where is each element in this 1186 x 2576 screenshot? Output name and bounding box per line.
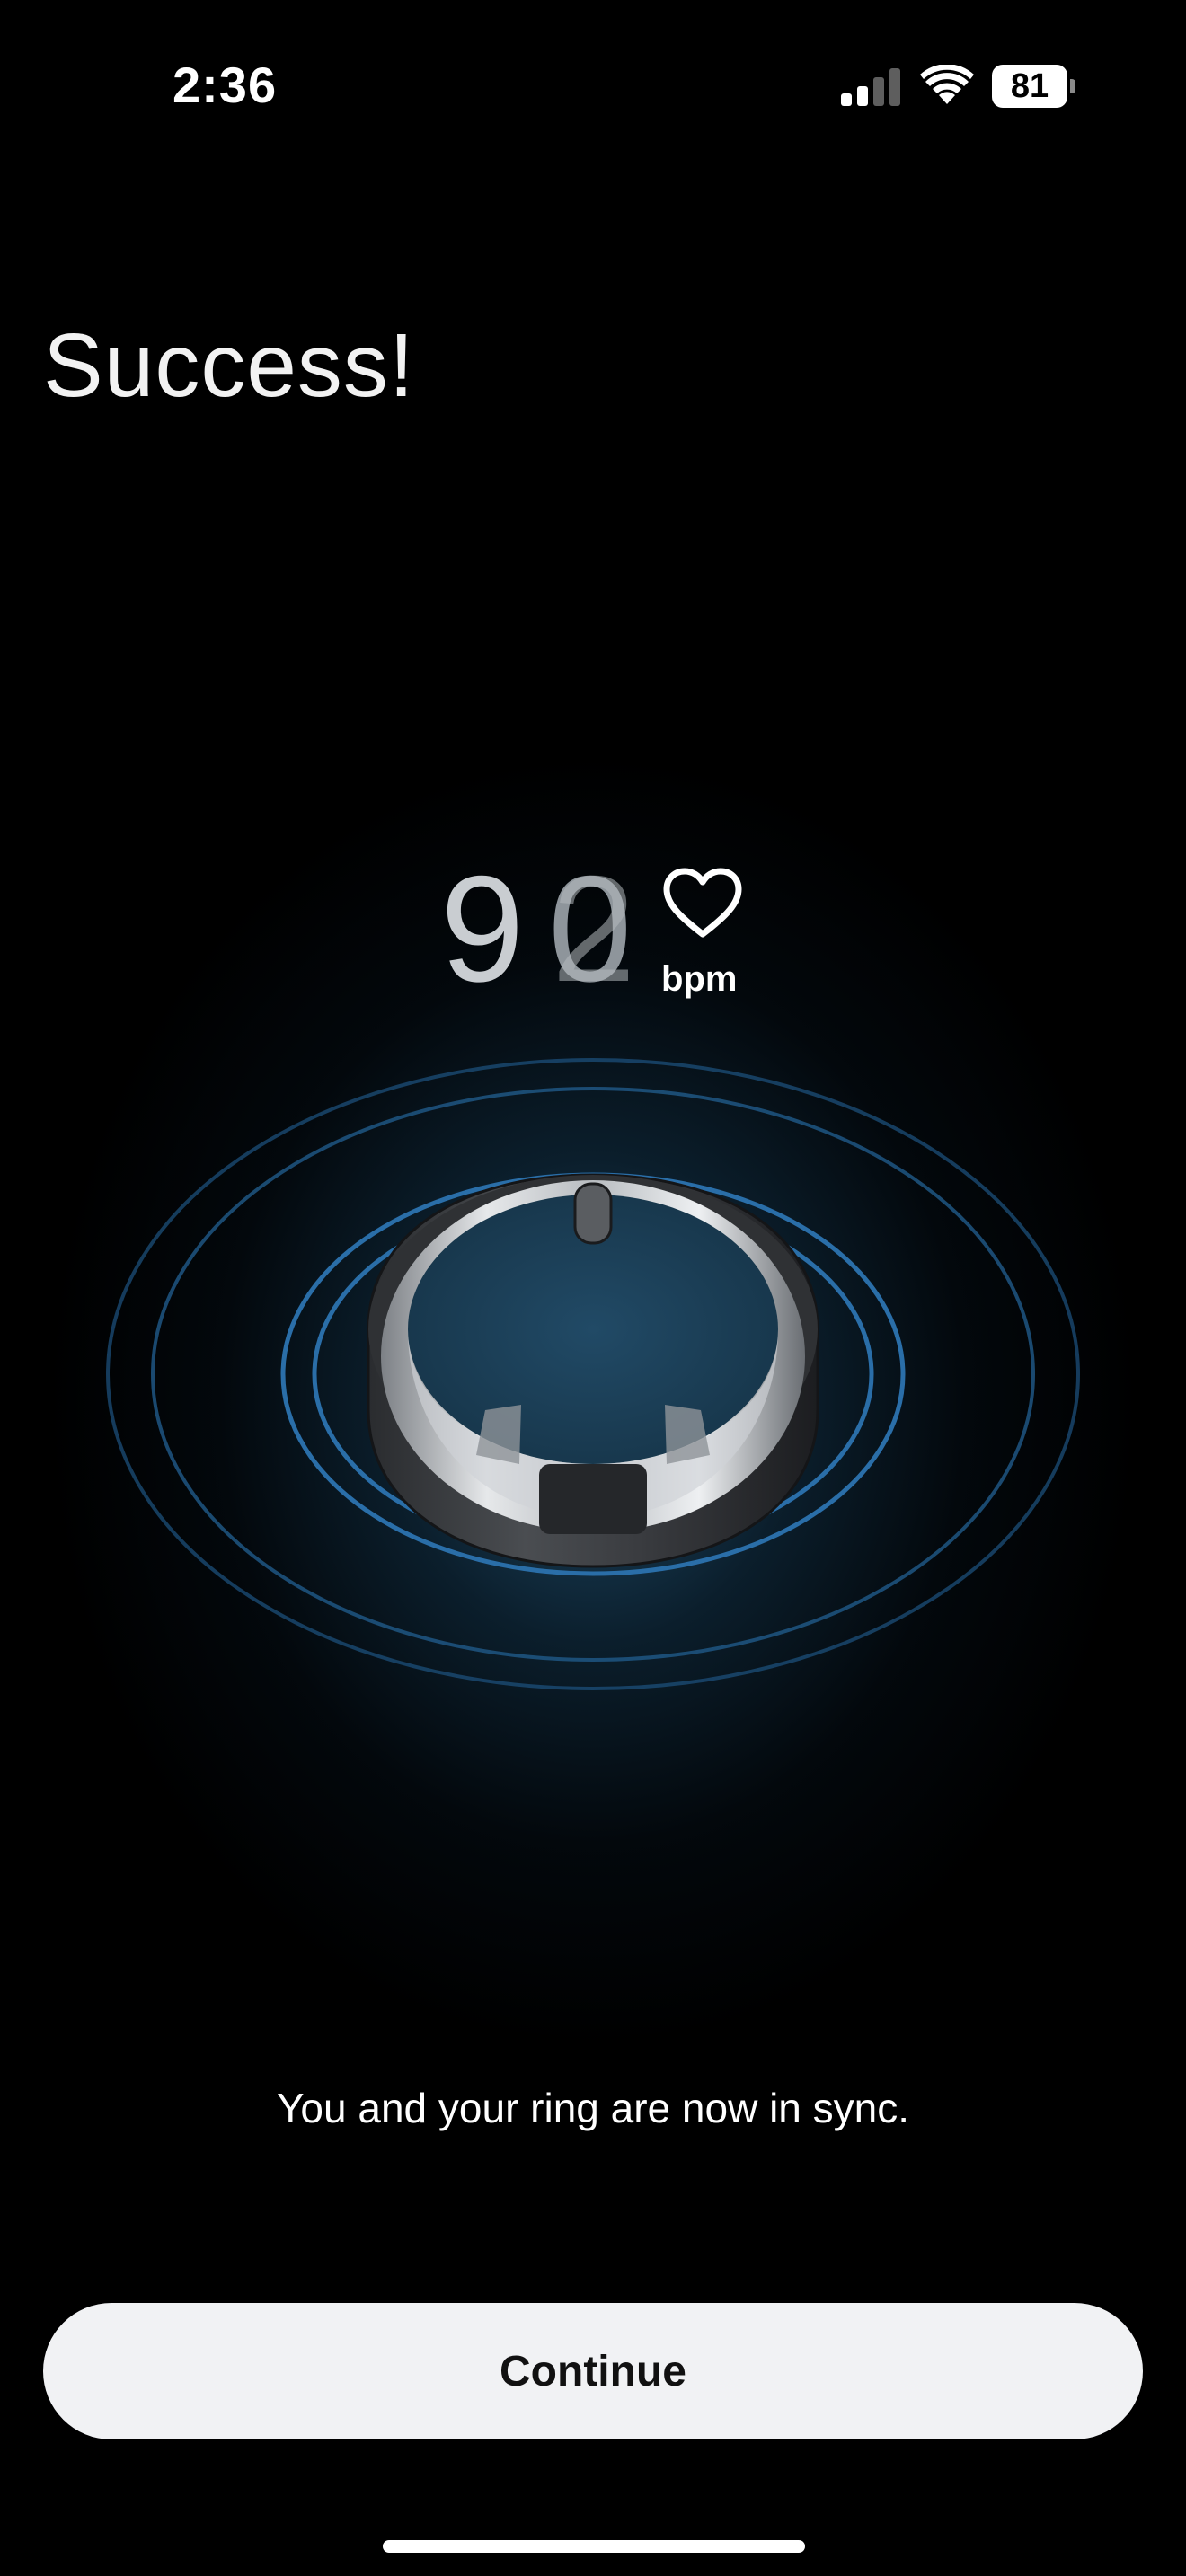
page-title: Success! [43,315,415,416]
heart-rate-digit: 9 [440,844,525,1013]
continue-button[interactable]: Continue [43,2303,1143,2439]
cellular-signal-icon [841,68,900,106]
sync-success-screen: 2:36 81 Success! 9 0 2 bpm You and your … [0,0,1186,2576]
wifi-icon [920,65,974,104]
heart-icon [663,868,742,938]
battery-tip [1070,79,1075,93]
home-indicator[interactable] [383,2540,805,2553]
heart-rate-digit-rolling-next: 2 [552,844,636,1013]
sync-message: You and your ring are now in sync. [276,2085,910,2131]
status-bar: 2:36 81 [0,0,1186,171]
battery-indicator: 81 [992,65,1075,108]
battery-percent: 81 [992,65,1067,108]
smart-ring-icon [106,1058,1080,1690]
status-time: 2:36 [173,57,278,113]
heart-rate-unit: bpm [661,959,738,999]
heart-rate-readout: 9 0 2 bpm [440,853,764,1015]
